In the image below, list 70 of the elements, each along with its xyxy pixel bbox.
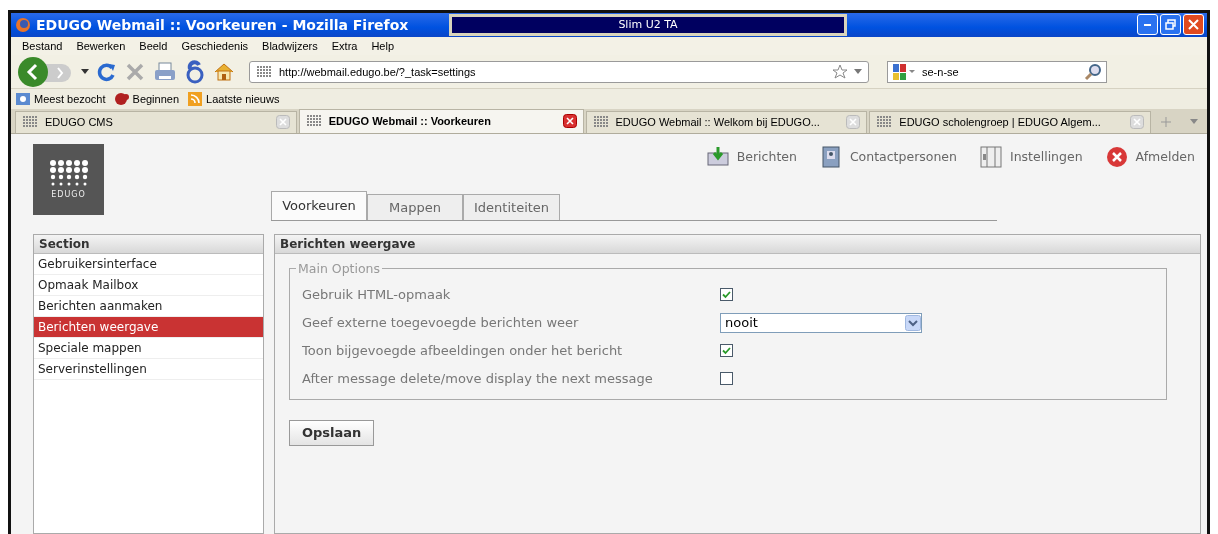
option-label: Gebruik HTML-opmaak <box>302 287 452 303</box>
browser-tab[interactable]: EDUGO scholengroep | EDUGO Algem... <box>869 111 1152 133</box>
search-engine-icon[interactable] <box>892 62 916 81</box>
dropdown[interactable]: nooit <box>720 313 922 333</box>
option-label: After message delete/move display the next message <box>302 371 654 387</box>
minimize-icon <box>1144 24 1151 26</box>
home-icon[interactable] <box>213 61 235 82</box>
group-legend: Main Options <box>296 261 383 276</box>
bookmark-link[interactable]: Meest bezocht <box>15 91 106 108</box>
section-header: Section <box>34 235 263 254</box>
settings-tab[interactable]: Mappen <box>367 194 463 220</box>
checkbox[interactable] <box>720 372 733 386</box>
menu-item[interactable]: Bestand <box>15 39 70 52</box>
menu-item[interactable]: Beeld <box>132 39 175 52</box>
section-item[interactable]: Speciale mappen <box>34 338 263 359</box>
overlay-window-title: Slim U2 TA <box>449 14 847 36</box>
tab-close-icon[interactable] <box>562 114 577 129</box>
logout-icon <box>1104 145 1129 169</box>
option-label: Toon bijgevoegde afbeeldingen onder het bericht <box>302 343 624 359</box>
browser-logo-icon <box>15 17 31 33</box>
minimize-button[interactable] <box>1137 14 1158 36</box>
browser-tab[interactable]: EDUGO Webmail :: Welkom bij EDUGO... <box>585 111 868 133</box>
save-button[interactable]: Opslaan <box>289 420 375 446</box>
settings-tab[interactable]: Voorkeuren <box>271 191 367 220</box>
print-icon[interactable] <box>153 60 177 83</box>
panel-icon <box>979 145 1003 169</box>
bookmark-link[interactable]: Beginnen <box>113 91 180 108</box>
logo: EDUGO <box>33 144 104 215</box>
close-button[interactable] <box>1183 14 1204 36</box>
nav-link[interactable]: Contactpersonen <box>818 142 957 172</box>
bookmark-link[interactable]: Laatste nieuws <box>187 91 280 108</box>
tab-list-icon[interactable] <box>1190 119 1199 125</box>
dot-grid-icon <box>48 159 89 188</box>
menu-item[interactable]: Geschiedenis <box>174 39 256 52</box>
back-icon[interactable] <box>17 55 73 88</box>
settings-tab[interactable]: Identiteiten <box>463 194 561 220</box>
site-icon <box>256 63 273 80</box>
panel-header: Berichten weergave <box>275 235 1200 254</box>
inbox-icon <box>705 145 730 169</box>
feed-icon <box>187 91 204 108</box>
menu-item[interactable]: Help <box>364 39 402 52</box>
address-bar[interactable]: http://webmail.edugo.be/?_task=settings <box>249 60 869 83</box>
checkbox[interactable] <box>720 344 733 358</box>
section-item[interactable]: Berichten aanmaken <box>34 296 263 317</box>
nav-link[interactable]: Instellingen <box>979 142 1083 172</box>
dropdown-caret-icon[interactable] <box>81 68 89 75</box>
menu-item[interactable]: Bewerken <box>69 39 133 52</box>
window-title: EDUGO Webmail :: Voorkeuren - Mozilla Firefox <box>36 17 410 33</box>
section-item[interactable]: Opmaak Mailbox <box>34 275 263 296</box>
search-text: se-n-se <box>922 65 960 78</box>
folder-icon <box>15 91 31 108</box>
option-label: Geef externe toegevoegde berichten weer <box>302 315 580 331</box>
close-icon <box>1188 19 1199 31</box>
section-item[interactable]: Berichten weergave <box>34 317 263 338</box>
reload-icon[interactable] <box>97 61 117 82</box>
section-item[interactable]: Gebruikersinterface <box>34 254 263 275</box>
address-text: http://webmail.edugo.be/?_task=settings <box>279 65 477 78</box>
menu-item[interactable]: Extra <box>324 39 365 52</box>
menu-item[interactable]: Bladwijzers <box>255 39 325 52</box>
search-icon[interactable] <box>1084 62 1102 81</box>
nav-link[interactable]: Afmelden <box>1104 142 1195 172</box>
nav-link[interactable]: Berichten <box>705 142 797 172</box>
restore-icon <box>1165 19 1176 31</box>
browser-tab[interactable]: EDUGO CMS <box>15 111 297 133</box>
search-field[interactable]: se-n-se <box>887 60 1107 83</box>
restore-button[interactable] <box>1160 14 1181 36</box>
browser-tab[interactable]: EDUGO Webmail :: Voorkeuren <box>298 109 584 133</box>
bookmark-star-icon[interactable] <box>832 63 848 80</box>
checkbox[interactable] <box>720 288 733 302</box>
section-item[interactable]: Serverinstellingen <box>34 359 263 380</box>
